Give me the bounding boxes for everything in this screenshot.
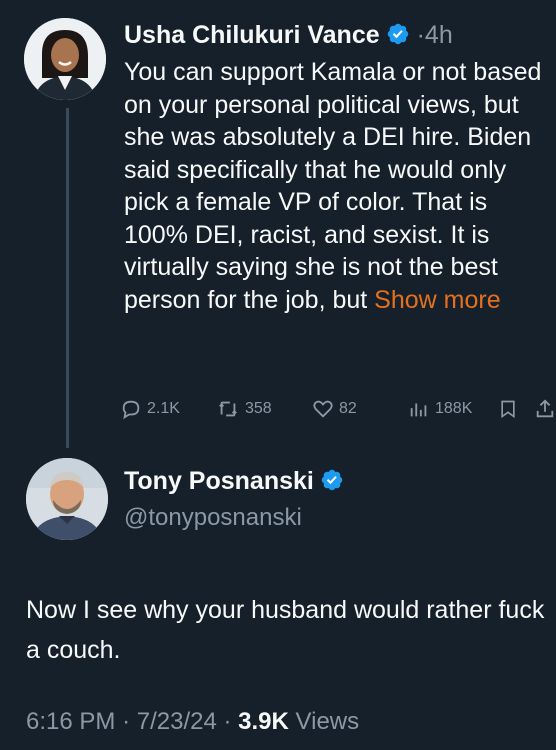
reply-icon [122,400,140,420]
views-button[interactable]: 188K [408,398,472,420]
reply-button[interactable]: 2.1K [120,398,180,420]
thread-connector-line [66,108,69,448]
tweet-time[interactable]: 6:16 PM [26,708,115,735]
verified-badge-icon [321,469,343,491]
share-button[interactable] [534,398,556,420]
tweet-header: Usha Chilukuri Vance ·4h [124,18,453,52]
repost-count: 358 [245,400,272,417]
author-handle[interactable]: @tonyposnanski [124,502,302,534]
views-label: Views [295,708,360,735]
author-name-text[interactable]: Tony Posnanski [124,467,314,495]
verified-badge-icon [387,23,408,45]
tweet-text: You can support Kamala or not based on y… [124,56,554,316]
reply-count: 2.1K [147,400,180,417]
separator: · [122,708,131,735]
repost-button[interactable]: 358 [216,398,272,420]
views-icon [410,403,427,417]
repost-icon [219,401,237,417]
tweet-text: Now I see why your husband would rather … [26,596,545,664]
like-button[interactable]: 82 [312,398,357,420]
separator: · [223,708,232,735]
tweet-text-content: You can support Kamala or not based on y… [124,58,542,314]
views-count: 3.9K [238,708,289,735]
time-separator: · [416,21,425,49]
like-count: 82 [339,400,357,417]
author-name[interactable]: Usha Chilukuri Vance [124,21,380,49]
tweet-actions-bar: 2.1K 358 82 188K [120,398,556,422]
author-name: Tony Posnanski [124,464,344,498]
views-count: 188K [435,400,473,417]
tweet-metadata: 6:16 PM · 7/23/24 · 3.9K Views [26,706,359,738]
bookmark-button[interactable] [498,398,518,420]
bookmark-icon [501,400,515,419]
tweet-date[interactable]: 7/23/24 [137,708,217,735]
tweet-time[interactable]: 4h [425,21,453,49]
heart-icon [313,400,333,418]
avatar-usha-vance[interactable] [24,18,106,100]
share-icon [536,399,554,418]
show-more-link[interactable]: Show more [374,286,500,314]
avatar-tony-posnanski[interactable] [26,458,108,540]
